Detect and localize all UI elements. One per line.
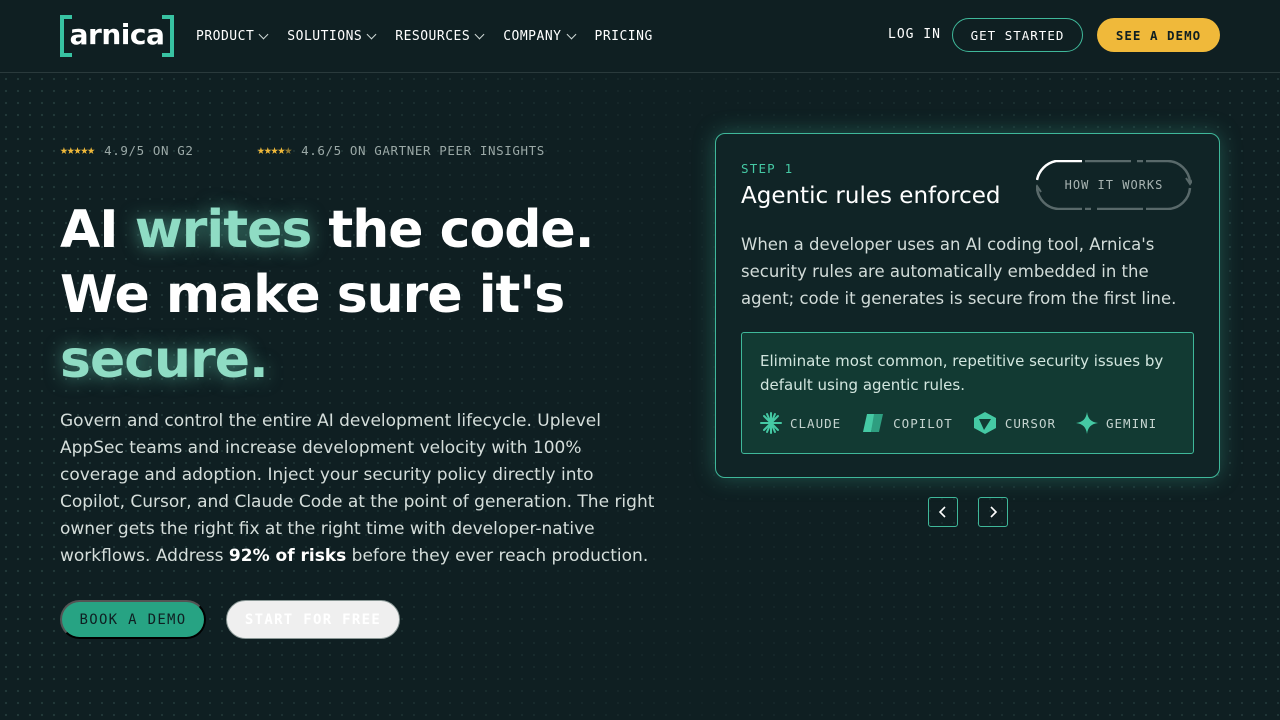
description-text: Govern and control the entire AI develop…: [60, 411, 655, 566]
chevron-down-icon: [258, 29, 269, 39]
headline-text: AI: [60, 200, 135, 260]
main-nav: PRODUCT SOLUTIONS RESOURCES COMPANY PRIC…: [196, 0, 673, 72]
gartner-rating: ★★★★★ 4.6/5 ON GARTNER PEER INSIGHTS: [257, 143, 545, 158]
tool-gemini: GEMINI: [1076, 412, 1157, 434]
how-it-works-button[interactable]: HOW IT WORKS: [1036, 160, 1192, 210]
callout-box: Eliminate most common, repetitive securi…: [741, 332, 1194, 454]
chevron-right-icon: [990, 506, 998, 518]
nav-item-label: PRICING: [594, 28, 653, 44]
card-title: Agentic rules enforced: [741, 183, 1001, 209]
chevron-down-icon: [474, 29, 485, 39]
tool-label: COPILOT: [893, 415, 953, 431]
tool-label: GEMINI: [1106, 415, 1158, 431]
site-header: arnica PRODUCT SOLUTIONS RESOURCES COMPA…: [0, 0, 1280, 73]
chevron-left-icon: [938, 506, 946, 518]
g2-rating-text: 4.9/5 ON G2: [104, 143, 194, 158]
headline-highlight: writes: [134, 200, 313, 260]
nav-item-product[interactable]: PRODUCT: [196, 28, 269, 44]
gemini-icon: [1076, 412, 1098, 434]
nav-item-label: PRODUCT: [196, 28, 255, 44]
tool-copilot: COPILOT: [861, 412, 953, 434]
tool-label: CURSOR: [1004, 415, 1056, 431]
tool-list: CLAUDE COPILOT CURSOR GEMINI: [760, 411, 1177, 435]
nav-item-resources[interactable]: RESOURCES: [395, 28, 485, 44]
see-demo-button[interactable]: SEE A DEMO: [1097, 18, 1220, 52]
gartner-rating-text: 4.6/5 ON GARTNER PEER INSIGHTS: [301, 143, 545, 158]
headline-text: the code.: [311, 200, 594, 260]
headline-highlight: secure.: [60, 330, 269, 390]
book-demo-button[interactable]: BOOK A DEMO: [60, 600, 206, 639]
claude-icon: [760, 412, 782, 434]
login-link[interactable]: LOG IN: [888, 27, 941, 42]
step-label: STEP 1: [741, 161, 794, 176]
tool-claude: CLAUDE: [760, 412, 841, 434]
logo-bracket-left: [60, 15, 72, 57]
star-rating-icon: ★★★★★: [257, 143, 292, 158]
g2-rating: ★★★★★ 4.9/5 ON G2: [60, 143, 194, 158]
nav-item-solutions[interactable]: SOLUTIONS: [287, 28, 377, 44]
tool-cursor: CURSOR: [973, 411, 1056, 435]
carousel-next-button[interactable]: [978, 497, 1008, 527]
description-bold: 92% of risks: [228, 546, 347, 566]
description-text: before they ever reach production.: [346, 546, 649, 566]
carousel-prev-button[interactable]: [928, 497, 958, 527]
logo-bracket-right: [162, 15, 174, 57]
chevron-down-icon: [366, 29, 377, 39]
card-body: When a developer uses an AI coding tool,…: [741, 235, 1177, 308]
nav-item-pricing[interactable]: PRICING: [595, 29, 653, 44]
chevron-down-icon: [566, 29, 576, 39]
hero-headline: AI writes the code. We make sure it's se…: [60, 198, 680, 393]
nav-item-label: RESOURCES: [395, 28, 471, 44]
how-it-works-label: HOW IT WORKS: [1064, 178, 1164, 192]
copilot-icon: [863, 414, 884, 432]
callout-text: Eliminate most common, repetitive securi…: [760, 352, 1164, 394]
cursor-icon: [973, 412, 996, 434]
start-free-button[interactable]: START FOR FREE: [226, 600, 400, 639]
feature-card: STEP 1 Agentic rules enforced HOW IT WOR…: [715, 133, 1220, 478]
tool-label: CLAUDE: [790, 415, 842, 431]
hero-description: Govern and control the entire AI develop…: [60, 408, 660, 570]
get-started-button[interactable]: GET STARTED: [952, 18, 1083, 52]
nav-item-label: SOLUTIONS: [287, 28, 363, 44]
star-rating-icon: ★★★★★: [60, 143, 95, 158]
headline-text: We make sure it's: [60, 265, 565, 325]
logo-text: arnica: [69, 17, 165, 51]
nav-item-company[interactable]: COMPANY: [503, 28, 576, 44]
nav-item-label: COMPANY: [503, 28, 562, 44]
arnica-logo[interactable]: arnica: [60, 15, 174, 57]
